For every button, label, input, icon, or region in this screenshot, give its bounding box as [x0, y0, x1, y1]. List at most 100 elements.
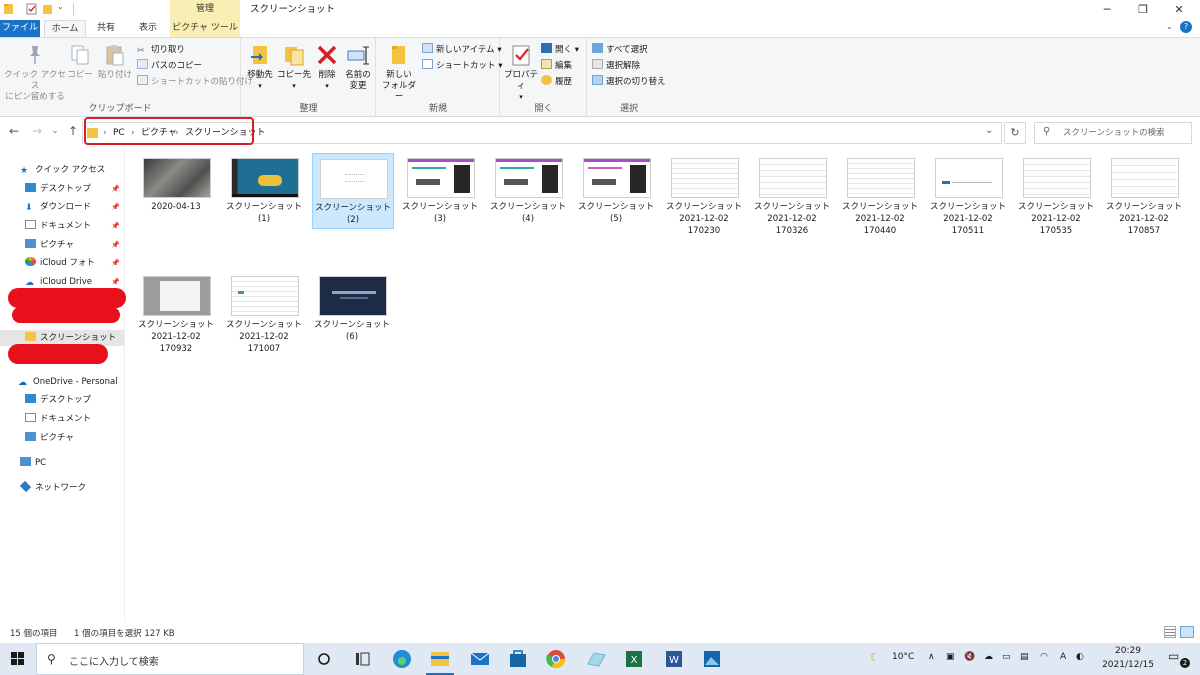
taskbar-search-box[interactable]: ⚲ ここに入力して検索 [36, 643, 304, 675]
taskbar-app-chrome[interactable] [542, 646, 570, 672]
properties-check-icon[interactable] [26, 3, 37, 15]
taskbar-app-store[interactable] [504, 646, 532, 672]
refresh-button[interactable]: ↻ [1004, 122, 1026, 144]
taskbar-app-excel[interactable]: X [620, 646, 648, 672]
weather-temperature[interactable]: 10°C [892, 652, 914, 662]
new-folder-button[interactable]: 新しい フォルダー [379, 43, 419, 103]
pin-quick-access-button[interactable]: クイック アクセス にピン留めする [4, 43, 66, 103]
open-button[interactable]: 開く ▾ [541, 43, 579, 57]
file-item[interactable]: スクリーンショット 2021-12-02 170511 [928, 153, 1010, 236]
copy-to-dropdown-icon: ▾ [292, 82, 296, 90]
nav-desktop[interactable]: デスクトップ 📌 [25, 181, 120, 197]
notification-center-icon[interactable]: ▭ [1168, 649, 1179, 663]
file-item[interactable]: スクリーンショット 2021-12-02 170440 [840, 153, 922, 236]
start-button[interactable] [0, 643, 36, 675]
nav-onedrive-documents[interactable]: ドキュメント [25, 411, 91, 427]
rename-button[interactable]: 名前の 変更 [342, 43, 374, 92]
properties-button[interactable]: プロパティ ▾ [503, 43, 539, 103]
wifi-icon[interactable]: ◠ [1040, 652, 1048, 662]
nav-network[interactable]: ネットワーク [19, 480, 86, 496]
nav-onedrive[interactable]: ☁ OneDrive - Personal [18, 374, 118, 390]
large-icons-view-icon[interactable] [1180, 626, 1194, 638]
shortcut-button[interactable]: ショートカット ▾ [422, 59, 502, 73]
volume-muted-icon[interactable]: 🔇 [964, 652, 975, 662]
address-dropdown-icon[interactable]: ⌄ [985, 125, 993, 136]
file-item[interactable]: スクリーンショット (5) [576, 153, 658, 229]
nav-pictures[interactable]: ピクチャ 📌 [25, 237, 120, 253]
copy-to-button[interactable]: コピー先 ▾ [276, 43, 312, 92]
pin-icon [30, 46, 40, 64]
tab-file[interactable]: ファイル [0, 20, 40, 37]
search-input[interactable] [1063, 126, 1187, 140]
task-view-icon [318, 653, 330, 665]
search-box[interactable]: ⚲ [1034, 122, 1192, 144]
onedrive-tray-icon[interactable]: ☁ [984, 652, 993, 662]
cut-button[interactable]: ✂ 切り取り [137, 43, 185, 57]
help-icon[interactable]: ? [1180, 21, 1192, 33]
select-all-button[interactable]: すべて選択 [592, 43, 648, 57]
edit-button[interactable]: 編集 [541, 59, 572, 73]
file-item[interactable]: スクリーンショット (6) [312, 271, 394, 347]
close-button[interactable]: ✕ [1156, 0, 1200, 20]
forward-button[interactable]: → [29, 123, 45, 139]
file-item-selected[interactable]: スクリーンショット (2) [312, 153, 394, 229]
tray-overflow-chevron[interactable]: ∧ [928, 652, 935, 662]
taskbar-app-generic[interactable] [582, 646, 610, 672]
paste-button[interactable]: 貼り付け [97, 43, 133, 81]
recent-locations-button[interactable]: ⌄ [47, 123, 63, 139]
timeline-button[interactable] [348, 646, 376, 672]
back-button[interactable]: ← [6, 123, 22, 139]
tab-share[interactable]: 共有 [90, 20, 122, 37]
taskbar-app-mail[interactable] [466, 646, 494, 672]
file-item[interactable]: スクリーンショット 2021-12-02 170230 [664, 153, 746, 236]
file-item[interactable]: スクリーンショット (4) [488, 153, 570, 229]
file-item[interactable]: スクリーンショット 2021-12-02 170535 [1016, 153, 1098, 236]
file-item[interactable]: スクリーンショット (3) [400, 153, 482, 229]
taskbar-app-file-explorer[interactable] [426, 646, 454, 675]
nav-onedrive-desktop[interactable]: デスクトップ [25, 392, 91, 408]
invert-selection-button[interactable]: 選択の切り替え [592, 75, 666, 89]
select-none-button[interactable]: 選択解除 [592, 59, 640, 73]
file-name: スクリーンショット 2021-12-02 170326 [753, 202, 831, 236]
tab-picture-tools[interactable]: ピクチャ ツール [170, 20, 240, 37]
new-item-button[interactable]: 新しいアイテム ▾ [422, 43, 502, 57]
new-folder-quick-icon[interactable] [42, 3, 53, 15]
file-item[interactable]: スクリーンショット 2021-12-02 170857 [1104, 153, 1186, 236]
nav-documents[interactable]: ドキュメント 📌 [25, 218, 120, 234]
tab-home[interactable]: ホーム [44, 20, 86, 38]
file-explorer-icon [431, 652, 449, 666]
task-view-button[interactable] [310, 646, 338, 672]
delete-button[interactable]: 削除 ▾ [314, 43, 340, 92]
tray-device-icon[interactable]: ▤ [1020, 652, 1029, 662]
battery-icon[interactable]: ▭ [1002, 652, 1011, 662]
file-item[interactable]: スクリーンショット (1) [224, 153, 306, 229]
taskbar-app-edge[interactable] [388, 646, 416, 672]
nav-quick-access[interactable]: ★ クイック アクセス [20, 162, 105, 178]
move-to-button[interactable]: 移動先 ▾ [244, 43, 276, 92]
file-item[interactable]: スクリーンショット 2021-12-02 171007 [224, 271, 306, 354]
ribbon-collapse-icon[interactable]: ⌄ [1166, 22, 1173, 31]
file-item[interactable]: スクリーンショット 2021-12-02 170932 [136, 271, 218, 354]
file-item[interactable]: 2020-04-13 [136, 153, 218, 229]
nav-onedrive-pictures[interactable]: ピクチャ [25, 430, 74, 446]
details-view-icon[interactable] [1164, 626, 1176, 638]
quick-access-dropdown-icon[interactable]: ⌄ [57, 2, 64, 11]
copy-path-button[interactable]: パスのコピー [137, 59, 202, 73]
taskbar-app-photos[interactable] [698, 646, 726, 672]
tab-view[interactable]: 表示 [132, 20, 164, 37]
clock-time[interactable]: 20:29 [1098, 646, 1158, 656]
up-button[interactable]: ↑ [65, 123, 81, 139]
paste-shortcut-button[interactable]: ショートカットの貼り付け [137, 75, 253, 89]
nav-icloud-photos[interactable]: iCloud フォト 📌 [25, 255, 120, 271]
tray-app-icon[interactable]: ▣ [946, 652, 955, 662]
ime-icon[interactable]: ◐ [1076, 652, 1084, 662]
nav-downloads[interactable]: ⬇ ダウンロード 📌 [25, 199, 120, 215]
history-button[interactable]: 履歴 [541, 75, 572, 89]
taskbar-app-word[interactable]: W [660, 646, 688, 672]
copy-button[interactable]: コピー [66, 43, 94, 81]
file-item[interactable]: スクリーンショット 2021-12-02 170326 [752, 153, 834, 236]
nav-pc[interactable]: PC [20, 455, 46, 471]
clock-date[interactable]: 2021/12/15 [1098, 660, 1158, 670]
ime-mode-indicator[interactable]: A [1060, 652, 1066, 662]
nav-icloud-photos-label: iCloud フォト [40, 258, 95, 268]
